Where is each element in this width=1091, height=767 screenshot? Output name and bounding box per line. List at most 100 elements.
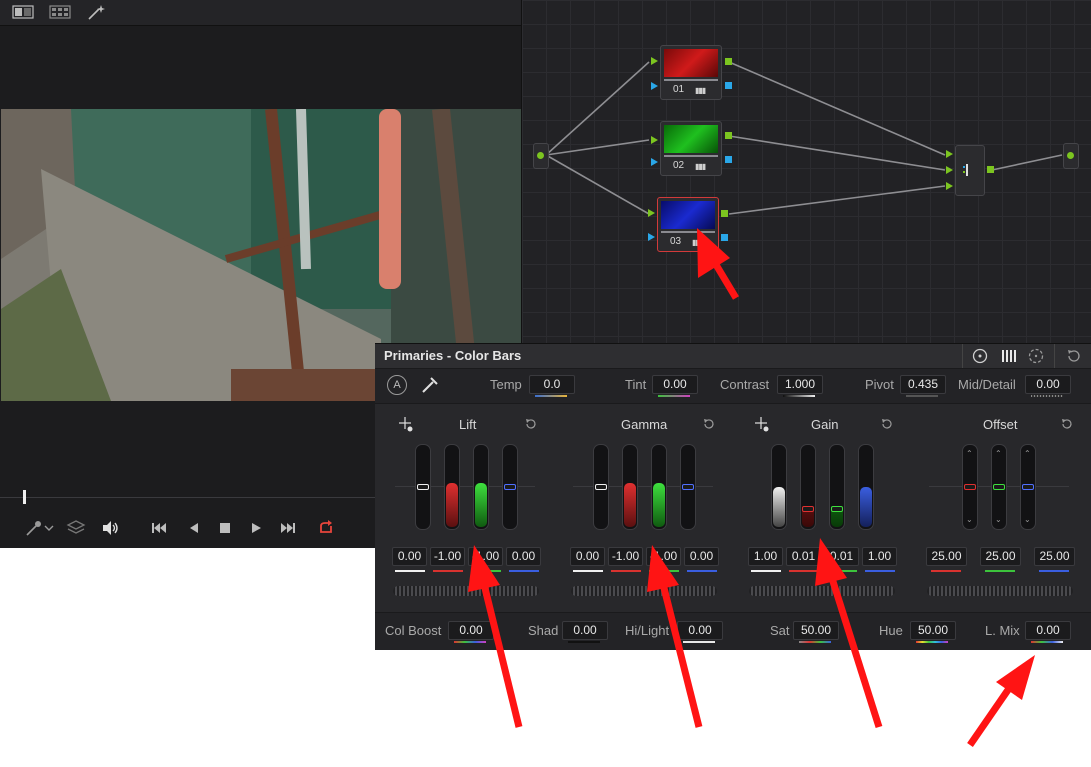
target-icon[interactable] xyxy=(971,347,989,365)
magic-wand-icon[interactable] xyxy=(86,4,108,20)
gamma-blue-bar[interactable] xyxy=(680,444,696,530)
offset-blue-bar[interactable]: ⌃ ⌄ xyxy=(1020,444,1036,530)
node-02-key-output-port[interactable] xyxy=(725,156,732,163)
sat-field[interactable]: 50.00 xyxy=(793,621,839,640)
gamma-red-field[interactable]: -1.00 xyxy=(608,547,643,566)
hilight-field[interactable]: 0.00 xyxy=(677,621,723,640)
offset-blue-field[interactable]: 25.00 xyxy=(1034,547,1075,566)
node-01-key-output-port[interactable] xyxy=(725,82,732,89)
chevron-down-icon[interactable] xyxy=(42,518,56,538)
lift-green-field[interactable]: -1.00 xyxy=(468,547,503,566)
gamma-blue-field[interactable]: 0.00 xyxy=(684,547,719,566)
bars-icon[interactable] xyxy=(1000,347,1018,365)
pivot-field[interactable]: 0.435 xyxy=(900,375,946,394)
source-input-node[interactable] xyxy=(533,143,549,169)
offset-blue-knob[interactable] xyxy=(1022,484,1034,490)
gain-green-field[interactable]: 0.01 xyxy=(824,547,859,566)
mixer-input-1[interactable] xyxy=(946,150,953,158)
mixer-input-2[interactable] xyxy=(946,166,953,174)
gain-master-wheel[interactable] xyxy=(749,586,895,596)
gain-red-knob[interactable] xyxy=(802,506,814,512)
node-01[interactable]: 01 ▮▮▮ xyxy=(660,45,722,100)
parallel-mixer-node[interactable] xyxy=(955,145,985,196)
node-03-key-input-port[interactable] xyxy=(648,233,655,241)
node-02[interactable]: 02 ▮▮▮ xyxy=(660,121,722,176)
lift-green-bar[interactable] xyxy=(473,444,489,530)
gain-green-knob[interactable] xyxy=(831,506,843,512)
node-01-output-port[interactable] xyxy=(725,58,732,65)
gamma-master-bar[interactable] xyxy=(593,444,609,530)
node-02-key-input-port[interactable] xyxy=(651,158,658,166)
gamma-blue-knob[interactable] xyxy=(682,484,694,490)
split-view-icon[interactable] xyxy=(12,4,34,20)
offset-green-knob[interactable] xyxy=(993,484,1005,490)
gamma-red-bar[interactable] xyxy=(622,444,638,530)
contrast-field[interactable]: 1.000 xyxy=(777,375,823,394)
offset-green-field[interactable]: 25.00 xyxy=(980,547,1021,566)
gamma-master-knob[interactable] xyxy=(595,484,607,490)
hue-field[interactable]: 50.00 xyxy=(910,621,956,640)
gamma-green-bar[interactable] xyxy=(651,444,667,530)
gamma-green-field[interactable]: -1.00 xyxy=(646,547,681,566)
step-back-icon[interactable] xyxy=(184,518,204,538)
gain-red-bar[interactable] xyxy=(800,444,816,530)
gain-green-bar[interactable] xyxy=(829,444,845,530)
lift-master-field[interactable]: 0.00 xyxy=(392,547,427,566)
node-02-output-port[interactable] xyxy=(725,132,732,139)
gain-master-bar[interactable] xyxy=(771,444,787,530)
offset-master-wheel[interactable] xyxy=(927,586,1073,596)
crosshair-icon[interactable] xyxy=(753,416,771,434)
lift-master-bar[interactable] xyxy=(415,444,431,530)
play-icon[interactable] xyxy=(246,518,266,538)
middetail-field[interactable]: 0.00 xyxy=(1025,375,1071,394)
output-node[interactable] xyxy=(1063,143,1079,169)
stop-icon[interactable] xyxy=(215,518,235,538)
node-03-output-port[interactable] xyxy=(721,210,728,217)
tint-field[interactable]: 0.00 xyxy=(652,375,698,394)
skip-first-icon[interactable] xyxy=(149,518,169,538)
offset-red-bar[interactable]: ⌃ ⌄ xyxy=(962,444,978,530)
gallery-grid-icon[interactable] xyxy=(49,4,71,20)
offset-green-bar[interactable]: ⌃ ⌄ xyxy=(991,444,1007,530)
speaker-icon[interactable] xyxy=(100,518,120,538)
node-03-key-output-port[interactable] xyxy=(721,234,728,241)
mixer-output-port[interactable] xyxy=(987,166,994,173)
reset-icon[interactable] xyxy=(1065,347,1083,365)
lift-blue-knob[interactable] xyxy=(504,484,516,490)
lift-red-field[interactable]: -1.00 xyxy=(430,547,465,566)
layers-icon[interactable] xyxy=(66,518,86,538)
offset-red-knob[interactable] xyxy=(964,484,976,490)
gamma-master-field[interactable]: 0.00 xyxy=(570,547,605,566)
node-02-input-port[interactable] xyxy=(651,136,658,144)
node-03[interactable]: 03 ▮▮▮ xyxy=(657,197,719,252)
gain-master-field[interactable]: 1.00 xyxy=(748,547,783,566)
mixer-input-3[interactable] xyxy=(946,182,953,190)
temp-field[interactable]: 0.0 xyxy=(529,375,575,394)
node-03-input-port[interactable] xyxy=(648,209,655,217)
offset-red-field[interactable]: 25.00 xyxy=(926,547,967,566)
lmix-field[interactable]: 0.00 xyxy=(1025,621,1071,640)
playhead[interactable] xyxy=(23,490,26,504)
reset-icon[interactable] xyxy=(880,417,894,431)
node-01-input-port[interactable] xyxy=(651,57,658,65)
skip-last-icon[interactable] xyxy=(278,518,298,538)
reset-icon[interactable] xyxy=(702,417,716,431)
shad-field[interactable]: 0.00 xyxy=(562,621,608,640)
wheels-icon[interactable] xyxy=(1027,347,1045,365)
lift-red-bar[interactable] xyxy=(444,444,460,530)
gain-blue-bar[interactable] xyxy=(858,444,874,530)
auto-balance-button[interactable]: A xyxy=(387,375,407,395)
colboost-field[interactable]: 0.00 xyxy=(448,621,494,640)
node-01-key-input-port[interactable] xyxy=(651,82,658,90)
crosshair-icon[interactable] xyxy=(397,416,415,434)
loop-icon[interactable] xyxy=(316,518,336,538)
lift-master-wheel[interactable] xyxy=(393,586,539,596)
lift-master-knob[interactable] xyxy=(417,484,429,490)
gain-blue-field[interactable]: 1.00 xyxy=(862,547,897,566)
node-graph[interactable]: 01 ▮▮▮ 02 ▮▮▮ 03 ▮▮▮ xyxy=(521,0,1091,343)
reset-icon[interactable] xyxy=(524,417,538,431)
picker-icon[interactable] xyxy=(24,518,44,538)
lift-blue-field[interactable]: 0.00 xyxy=(506,547,541,566)
reset-icon[interactable] xyxy=(1060,417,1074,431)
gain-red-field[interactable]: 0.01 xyxy=(786,547,821,566)
